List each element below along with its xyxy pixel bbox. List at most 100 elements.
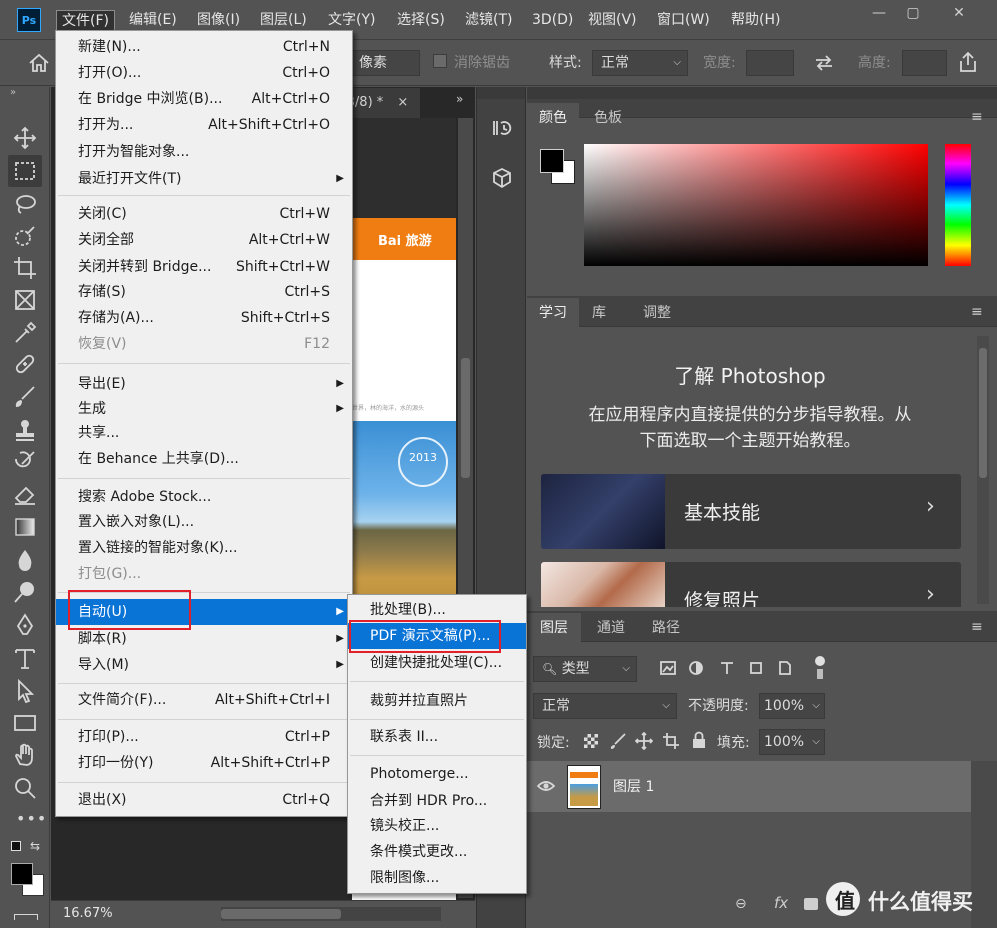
submenu-item-create-droplet[interactable]: 创建快捷批处理(C)... <box>348 650 526 676</box>
eraser-tool-icon[interactable] <box>12 481 38 507</box>
height-input[interactable] <box>902 50 947 76</box>
lock-transparency-icon[interactable] <box>584 734 598 748</box>
pen-tool-icon[interactable] <box>12 612 38 638</box>
lock-position-icon[interactable] <box>635 732 653 750</box>
menu-window[interactable]: 窗口(W) <box>652 10 715 32</box>
filter-smart-object-icon[interactable] <box>777 660 793 676</box>
maximize-button[interactable]: ▢ <box>898 4 928 22</box>
lasso-tool-icon[interactable] <box>12 191 38 217</box>
move-tool-icon[interactable] <box>12 125 38 151</box>
more-tools-icon[interactable]: ••• <box>16 809 47 828</box>
tutorial-card-retouch[interactable]: 修复照片 › <box>541 562 961 607</box>
menu-image[interactable]: 图像(I) <box>192 10 245 32</box>
submenu-item-fit-image[interactable]: 限制图像... <box>348 865 526 891</box>
crop-tool-icon[interactable] <box>12 255 38 281</box>
eyedropper-tool-icon[interactable] <box>12 320 38 346</box>
menu-item-new[interactable]: 新建(N)... Ctrl+N <box>56 34 352 60</box>
menu-layer[interactable]: 图层(L) <box>255 10 312 32</box>
add-mask-icon[interactable] <box>804 898 818 910</box>
menu-file[interactable]: 文件(F) <box>56 10 115 32</box>
frame-tool-icon[interactable] <box>12 287 38 313</box>
menu-item-exit[interactable]: 退出(X) Ctrl+Q <box>56 787 352 813</box>
filter-toggle-icon[interactable] <box>815 656 825 666</box>
link-layers-icon[interactable]: ⊖ <box>735 896 747 912</box>
menu-view[interactable]: 视图(V) <box>583 10 642 32</box>
swap-icon[interactable] <box>814 54 834 72</box>
dodge-tool-icon[interactable] <box>12 579 38 605</box>
learn-scrollbar-thumb[interactable] <box>979 348 987 478</box>
opacity-input[interactable]: 100% ⌵ <box>759 693 825 719</box>
menu-item-share[interactable]: 共享... <box>56 420 352 446</box>
menu-item-export[interactable]: 导出(E) ▶ <box>56 371 352 397</box>
gradient-tool-icon[interactable] <box>12 514 38 540</box>
tab-swatches[interactable]: 色板 <box>579 103 637 133</box>
quick-mask-icon[interactable] <box>14 914 38 920</box>
submenu-item-contact-sheet[interactable]: 联系表 II... <box>348 724 526 750</box>
tab-layers[interactable]: 图层 <box>527 613 581 643</box>
menu-type[interactable]: 文字(Y) <box>323 10 380 32</box>
filter-adjustment-icon[interactable] <box>688 660 704 676</box>
menu-3d[interactable]: 3D(D) <box>527 10 578 32</box>
submenu-item-photomerge[interactable]: Photomerge... <box>348 761 526 787</box>
h-scrollbar-thumb[interactable] <box>221 909 341 919</box>
layer-row[interactable]: 图层 1 <box>527 761 971 812</box>
filter-shape-icon[interactable] <box>748 660 764 676</box>
menu-item-close-all[interactable]: 关闭全部 Alt+Ctrl+W <box>56 227 352 253</box>
horizontal-scrollbar[interactable] <box>221 907 441 921</box>
menu-item-place-linked[interactable]: 置入链接的智能对象(K)... <box>56 535 352 561</box>
fg-color-chip[interactable] <box>540 149 564 173</box>
fx-icon[interactable]: fx <box>774 894 788 912</box>
menu-item-print-one[interactable]: 打印一份(Y) Alt+Shift+Ctrl+P <box>56 750 352 776</box>
minimize-button[interactable]: — <box>864 4 894 22</box>
menu-item-file-info[interactable]: 文件简介(F)... Alt+Shift+Ctrl+I <box>56 687 352 713</box>
filter-pixel-icon[interactable] <box>660 660 676 676</box>
pixel-field[interactable]: 像素 <box>350 50 420 76</box>
menu-item-browse-bridge[interactable]: 在 Bridge 中浏览(B)... Alt+Ctrl+O <box>56 86 352 112</box>
zoom-level[interactable]: 16.67% <box>63 901 113 927</box>
menu-item-import[interactable]: 导入(M) ▶ <box>56 652 352 678</box>
hue-slider[interactable] <box>945 144 971 266</box>
tab-color[interactable]: 颜色 <box>527 103 579 133</box>
default-colors-icon[interactable] <box>11 841 21 851</box>
menu-item-close[interactable]: 关闭(C) Ctrl+W <box>56 201 352 227</box>
collapse-icon[interactable]: » <box>10 87 16 98</box>
home-icon[interactable] <box>28 53 50 73</box>
lock-artboard-icon[interactable] <box>662 732 680 750</box>
history-panel-icon[interactable] <box>491 117 513 139</box>
3d-panel-icon[interactable] <box>491 167 513 189</box>
tab-libraries[interactable]: 库 <box>579 298 619 328</box>
healing-brush-tool-icon[interactable] <box>12 351 38 377</box>
menu-item-recent[interactable]: 最近打开文件(T) ▶ <box>56 166 352 192</box>
learn-scrollbar[interactable] <box>977 336 989 604</box>
foreground-color-swatch[interactable] <box>11 863 33 885</box>
panel-menu-icon[interactable]: ≡ <box>971 619 983 635</box>
submenu-item-merge-hdr[interactable]: 合并到 HDR Pro... <box>348 788 526 814</box>
color-field[interactable] <box>584 144 928 266</box>
menu-item-generate[interactable]: 生成 ▶ <box>56 396 352 422</box>
zoom-tool-icon[interactable] <box>12 775 38 801</box>
panel-menu-icon[interactable]: ≡ <box>971 304 983 320</box>
tab-paths[interactable]: 路径 <box>639 613 693 643</box>
stamp-tool-icon[interactable] <box>12 417 38 443</box>
style-select[interactable]: 正常 ⌵ <box>592 50 688 76</box>
menu-item-save[interactable]: 存储(S) Ctrl+S <box>56 279 352 305</box>
blend-mode-select[interactable]: 正常 ⌵ <box>533 693 677 719</box>
filter-type-icon[interactable] <box>719 660 735 676</box>
menu-help[interactable]: 帮助(H) <box>726 10 785 32</box>
type-tool-icon[interactable] <box>12 645 38 671</box>
submenu-item-conditional-mode[interactable]: 条件模式更改... <box>348 839 526 865</box>
menu-item-share-behance[interactable]: 在 Behance 上共享(D)... <box>56 446 352 472</box>
menu-edit[interactable]: 编辑(E) <box>124 10 182 32</box>
path-select-tool-icon[interactable] <box>12 678 38 704</box>
panel-menu-icon[interactable]: ≡ <box>971 109 983 125</box>
lock-all-icon[interactable] <box>691 731 707 749</box>
lock-pixels-icon[interactable] <box>609 732 627 750</box>
close-button[interactable]: ✕ <box>944 4 974 22</box>
menu-item-open[interactable]: 打开(O)... Ctrl+O <box>56 60 352 86</box>
hand-tool-icon[interactable] <box>12 742 38 768</box>
share-icon[interactable] <box>958 51 978 73</box>
width-input[interactable] <box>746 50 794 76</box>
menu-item-print[interactable]: 打印(P)... Ctrl+P <box>56 724 352 750</box>
menu-item-place-embedded[interactable]: 置入嵌入对象(L)... <box>56 509 352 535</box>
fill-input[interactable]: 100% ⌵ <box>759 729 825 755</box>
